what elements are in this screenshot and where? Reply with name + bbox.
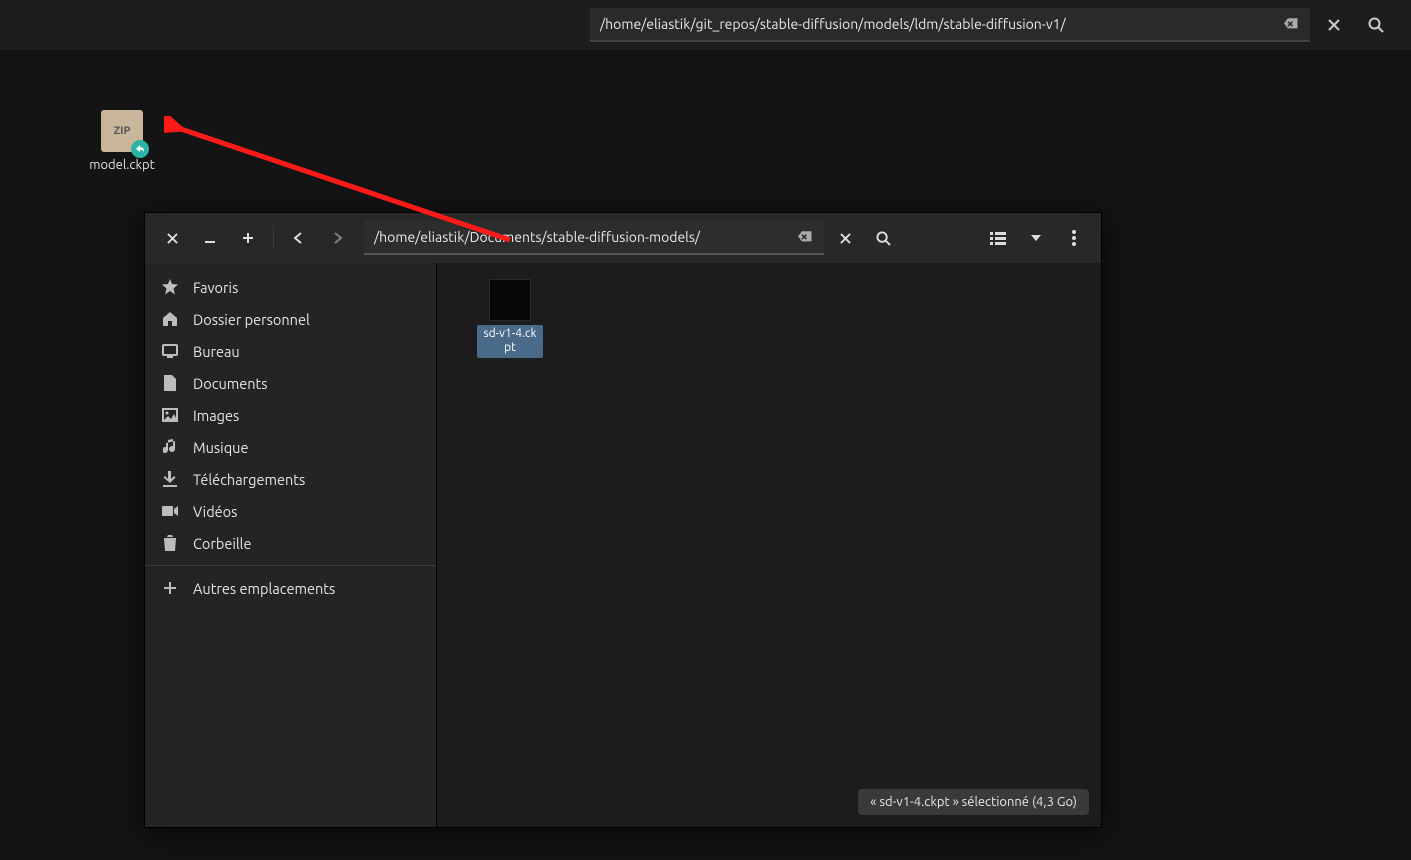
- desktop-icon: [161, 342, 179, 360]
- close-window-button[interactable]: [155, 221, 189, 255]
- sidebar-item-label: Images: [193, 407, 239, 424]
- sidebar-item-documents[interactable]: Documents: [145, 367, 436, 399]
- sidebar-item-label: Dossier personnel: [193, 311, 310, 328]
- back-button[interactable]: [282, 221, 316, 255]
- file-sd-v1-4-ckpt[interactable]: sd-v1-4.ckpt: [477, 279, 543, 358]
- menu-icon[interactable]: [1057, 221, 1091, 255]
- backspace-icon[interactable]: [798, 231, 816, 245]
- file-icon: [161, 374, 179, 392]
- symlink-badge-icon: [131, 140, 149, 158]
- sidebar-item-images[interactable]: Images: [145, 399, 436, 431]
- minimize-window-button[interactable]: [193, 221, 227, 255]
- image-icon: [161, 406, 179, 424]
- close-path-button[interactable]: [1316, 8, 1352, 42]
- archive-icon-label: ZIP: [114, 125, 131, 137]
- sidebar-item-other-locations[interactable]: Autres emplacements: [145, 572, 436, 604]
- plus-icon: [161, 579, 179, 597]
- sidebar-item-label: Documents: [193, 375, 268, 392]
- sidebar-item-label: Autres emplacements: [193, 580, 335, 597]
- backspace-icon[interactable]: [1284, 18, 1302, 32]
- search-icon[interactable]: [866, 221, 900, 255]
- fg-window: Favoris Dossier personnel Bureau Documen…: [144, 212, 1102, 828]
- trash-icon: [161, 534, 179, 552]
- view-dropdown-icon[interactable]: [1019, 221, 1053, 255]
- sidebar-item-favorites[interactable]: Favoris: [145, 271, 436, 303]
- sidebar-item-trash[interactable]: Corbeille: [145, 527, 436, 559]
- sidebar-item-music[interactable]: Musique: [145, 431, 436, 463]
- new-tab-button[interactable]: [231, 221, 265, 255]
- music-icon: [161, 438, 179, 456]
- sidebar-item-downloads[interactable]: Téléchargements: [145, 463, 436, 495]
- sidebar-item-videos[interactable]: Vidéos: [145, 495, 436, 527]
- sidebar-item-label: Favoris: [193, 279, 238, 296]
- sidebar-item-home[interactable]: Dossier personnel: [145, 303, 436, 335]
- sidebar-item-desktop[interactable]: Bureau: [145, 335, 436, 367]
- close-path-button[interactable]: [828, 221, 862, 255]
- sidebar-item-label: Vidéos: [193, 503, 237, 520]
- sidebar-divider: [145, 565, 436, 566]
- video-icon: [161, 502, 179, 520]
- file-model-ckpt[interactable]: ZIP model.ckpt: [82, 110, 162, 172]
- archive-icon: ZIP: [101, 110, 143, 152]
- sidebar-item-label: Corbeille: [193, 535, 251, 552]
- search-icon[interactable]: [1358, 8, 1394, 42]
- bg-path-input[interactable]: [590, 8, 1310, 42]
- file-label: sd-v1-4.ckpt: [477, 325, 543, 358]
- fg-toolbar: [145, 213, 1101, 263]
- toolbar-separator: [273, 226, 274, 250]
- file-label: model.ckpt: [89, 158, 155, 172]
- home-icon: [161, 310, 179, 328]
- sidebar-item-label: Bureau: [193, 343, 240, 360]
- fg-content-area[interactable]: sd-v1-4.ckpt « sd-v1-4.ckpt » sélectionn…: [437, 263, 1101, 827]
- star-icon: [161, 278, 179, 296]
- file-thumbnail-icon: [489, 279, 531, 321]
- sidebar-item-label: Musique: [193, 439, 248, 456]
- sidebar-item-label: Téléchargements: [193, 471, 305, 488]
- fg-path-input[interactable]: [364, 221, 824, 255]
- status-bar: « sd-v1-4.ckpt » sélectionné (4,3 Go): [858, 789, 1089, 815]
- download-icon: [161, 470, 179, 488]
- view-list-icon[interactable]: [981, 221, 1015, 255]
- bg-toolbar: [0, 0, 1411, 50]
- sidebar: Favoris Dossier personnel Bureau Documen…: [145, 263, 437, 827]
- forward-button[interactable]: [320, 221, 354, 255]
